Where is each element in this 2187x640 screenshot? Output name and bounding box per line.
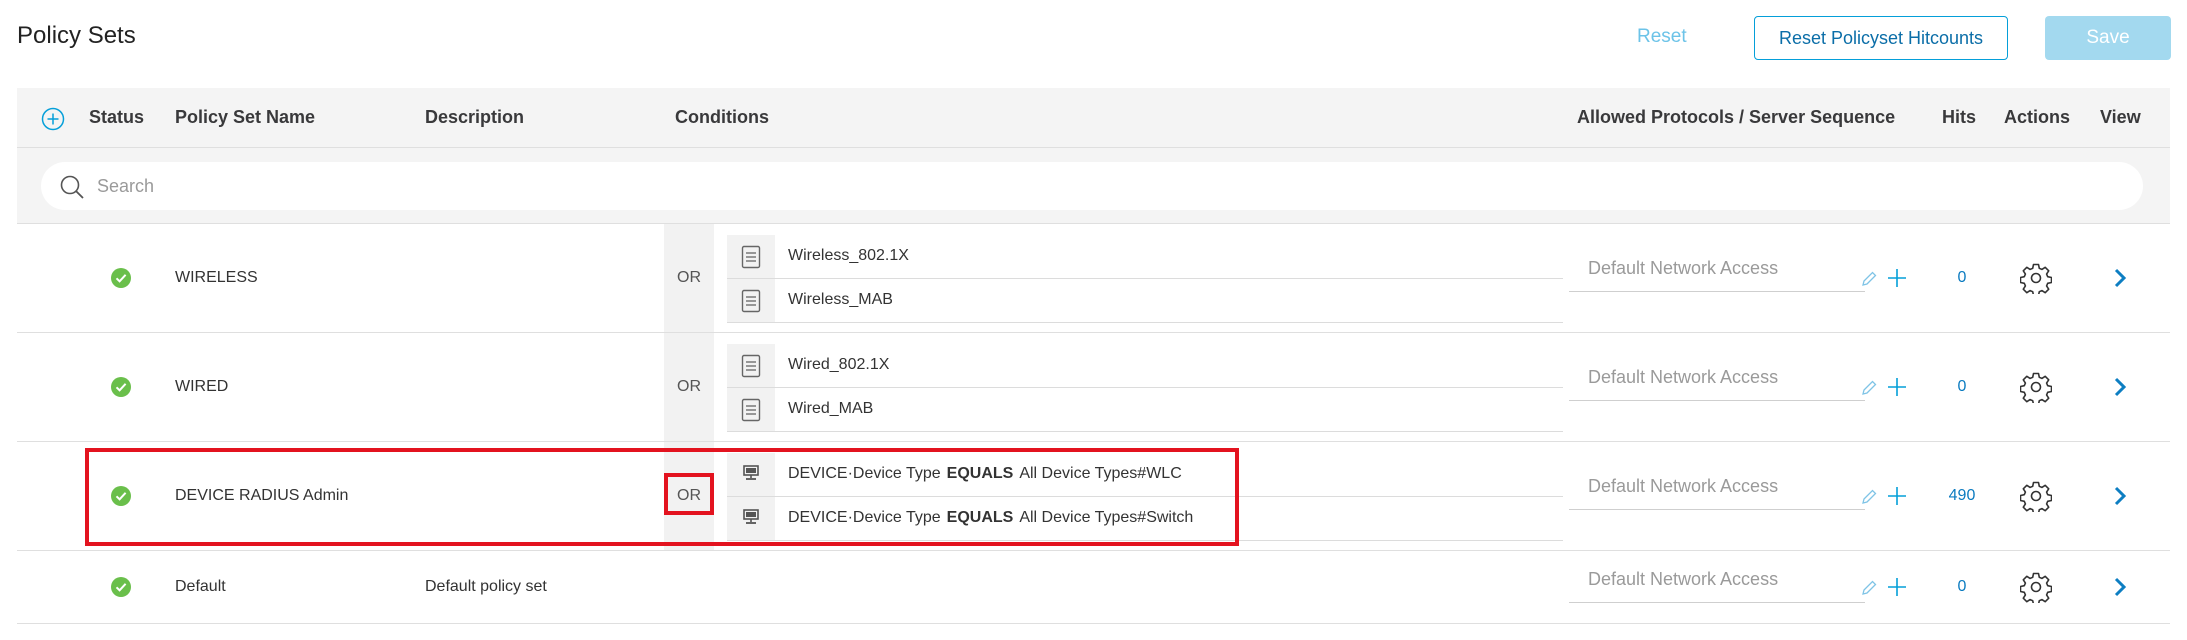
- edit-icon[interactable]: [1860, 488, 1878, 506]
- edit-icon[interactable]: [1860, 379, 1878, 397]
- status-enabled-icon: [111, 577, 131, 597]
- hits-count[interactable]: 490: [1927, 487, 1997, 505]
- page-title: Policy Sets: [17, 22, 136, 49]
- table-row: Default Default policy set Default Netwo…: [17, 551, 2170, 624]
- allowed-protocol-value: Default Network Access: [1588, 476, 1779, 496]
- document-icon: [741, 289, 761, 313]
- header-actions: Actions: [2004, 107, 2071, 127]
- add-policy-set-icon[interactable]: [41, 107, 65, 131]
- policy-set-name: Default: [175, 578, 226, 595]
- table-row: WIRED OR Wired_802.1X Wired_MAB Default …: [17, 333, 2170, 442]
- table-row: WIRELESS OR Wireless_802.1X Wireless_MAB…: [17, 224, 2170, 333]
- hits-count[interactable]: 0: [1927, 269, 1997, 287]
- edit-icon[interactable]: [1860, 270, 1878, 288]
- chevron-right-icon[interactable]: [2110, 376, 2130, 398]
- hits-count[interactable]: 0: [1927, 578, 1997, 596]
- add-icon[interactable]: [1885, 484, 1909, 508]
- document-icon: [741, 354, 761, 378]
- add-icon[interactable]: [1885, 375, 1909, 399]
- condition-item[interactable]: Wireless_802.1X: [727, 235, 1563, 279]
- header-policy-set-name[interactable]: Policy Set Name: [175, 107, 315, 128]
- condition-operator-col: OR: [664, 224, 714, 332]
- gear-icon[interactable]: [2020, 371, 2052, 403]
- policy-set-description: Default policy set: [425, 578, 547, 595]
- chevron-right-icon[interactable]: [2110, 576, 2130, 598]
- allowed-protocol-value: Default Network Access: [1588, 258, 1779, 278]
- header-status[interactable]: Status: [89, 107, 144, 128]
- allowed-protocol-field[interactable]: Default Network Access: [1569, 355, 1865, 401]
- gear-icon[interactable]: [2020, 262, 2052, 294]
- header-view: View: [2100, 107, 2141, 127]
- condition-text: Wired_802.1X: [788, 356, 890, 373]
- condition-icon-box: [727, 279, 775, 322]
- document-icon: [741, 398, 761, 422]
- status-enabled-icon: [111, 377, 131, 397]
- save-button[interactable]: Save: [2045, 16, 2171, 60]
- condition-item[interactable]: Wireless_MAB: [727, 279, 1563, 323]
- hits-count[interactable]: 0: [1927, 378, 1997, 396]
- condition-icon-box: [727, 388, 775, 431]
- condition-operator[interactable]: OR: [664, 269, 714, 287]
- reset-policyset-hitcounts-button[interactable]: Reset Policyset Hitcounts: [1754, 16, 2008, 60]
- document-icon: [741, 245, 761, 269]
- condition-text: Wireless_MAB: [788, 291, 893, 308]
- allowed-protocol-field[interactable]: Default Network Access: [1569, 246, 1865, 292]
- condition-text: Wired_MAB: [788, 400, 874, 417]
- policy-set-name: WIRELESS: [175, 269, 258, 286]
- condition-icon-box: [727, 235, 775, 278]
- gear-icon[interactable]: [2020, 480, 2052, 512]
- highlight-box-or-operator: [664, 473, 714, 515]
- header-description[interactable]: Description: [425, 107, 524, 128]
- condition-item[interactable]: Wired_802.1X: [727, 344, 1563, 388]
- header-hits[interactable]: Hits: [1942, 107, 1976, 128]
- add-icon[interactable]: [1885, 266, 1909, 290]
- condition-icon-box: [727, 344, 775, 387]
- chevron-right-icon[interactable]: [2110, 485, 2130, 507]
- edit-icon[interactable]: [1860, 579, 1878, 597]
- allowed-protocol-field[interactable]: Default Network Access: [1569, 464, 1865, 510]
- search-input[interactable]: [97, 172, 1997, 200]
- highlight-box-device-radius-row: [85, 448, 1239, 546]
- header-conditions[interactable]: Conditions: [675, 107, 769, 128]
- table-header: Status Policy Set Name Description Condi…: [17, 88, 2170, 148]
- condition-operator[interactable]: OR: [664, 378, 714, 396]
- condition-item[interactable]: Wired_MAB: [727, 388, 1563, 432]
- chevron-right-icon[interactable]: [2110, 267, 2130, 289]
- allowed-protocol-field[interactable]: Default Network Access: [1569, 557, 1865, 603]
- policy-set-name: WIRED: [175, 378, 229, 395]
- reset-button[interactable]: Reset: [1637, 26, 1687, 48]
- add-icon[interactable]: [1885, 575, 1909, 599]
- search-box[interactable]: [41, 162, 2143, 210]
- header-allowed-protocols[interactable]: Allowed Protocols / Server Sequence: [1577, 107, 1895, 128]
- allowed-protocol-value: Default Network Access: [1588, 367, 1779, 387]
- condition-text: Wireless_802.1X: [788, 247, 909, 264]
- status-enabled-icon: [111, 268, 131, 288]
- search-icon: [60, 175, 84, 199]
- condition-operator-col: OR: [664, 333, 714, 441]
- gear-icon[interactable]: [2020, 571, 2052, 603]
- allowed-protocol-value: Default Network Access: [1588, 569, 1779, 589]
- search-row: [17, 148, 2170, 224]
